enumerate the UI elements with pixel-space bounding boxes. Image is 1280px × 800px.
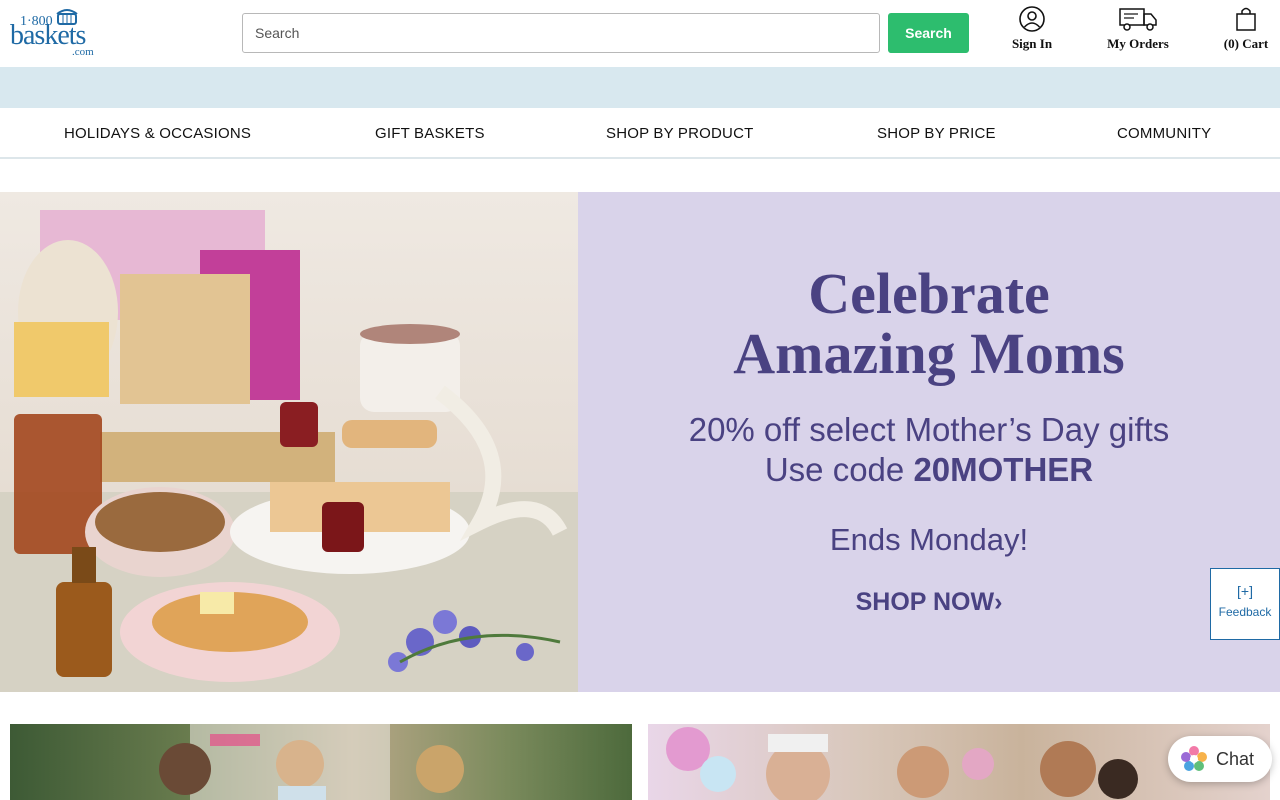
hero-title: Celebrate Amazing Moms xyxy=(578,264,1280,384)
hero-gift-basket-image[interactable] xyxy=(0,192,578,692)
chevron-right-icon: › xyxy=(994,588,1003,616)
gift-basket-illustration xyxy=(0,210,578,692)
user-circle-icon xyxy=(1019,6,1045,32)
shop-now-label: SHOP NOW xyxy=(855,588,995,616)
my-orders-link[interactable]: My Orders xyxy=(1100,6,1176,52)
hero-subtitle: 20% off select Mother’s Day gifts Use co… xyxy=(578,410,1280,490)
cart-link[interactable]: (0) Cart xyxy=(1216,6,1276,52)
delivery-truck-icon xyxy=(1119,8,1157,31)
logo-domain: .com xyxy=(72,46,94,58)
promo-code: 20MOTHER xyxy=(913,451,1094,488)
hero-code-prefix: Use code xyxy=(764,451,914,488)
site-logo[interactable]: 1·800 baskets .com xyxy=(8,6,108,60)
cart-label: (0) Cart xyxy=(1223,36,1269,51)
sign-in-link[interactable]: Sign In xyxy=(1006,6,1058,52)
my-orders-label: My Orders xyxy=(1107,36,1169,51)
nav-item-shop-by-product[interactable]: SHOP BY PRODUCT xyxy=(606,125,753,142)
shop-now-link[interactable]: SHOP NOW› xyxy=(578,588,1280,617)
chat-label: Chat xyxy=(1216,748,1255,769)
chat-button[interactable]: Chat xyxy=(1168,736,1272,782)
outdoor-party-photo xyxy=(159,724,464,800)
hero-discount-text: 20% off select Mother’s Day gifts xyxy=(688,411,1170,448)
promo-banner-bar xyxy=(0,67,1280,108)
nav-item-shop-by-price[interactable]: SHOP BY PRICE xyxy=(877,125,996,142)
hero-title-line1: Celebrate xyxy=(808,261,1050,326)
sign-in-label: Sign In xyxy=(1011,36,1053,51)
expand-icon: [+] xyxy=(1237,583,1253,599)
shopping-bag-icon xyxy=(1236,7,1256,31)
hero-title-line2: Amazing Moms xyxy=(733,321,1125,386)
hero-promo-panel: Celebrate Amazing Moms 20% off select Mo… xyxy=(578,192,1280,692)
feedback-tab[interactable]: [+] Feedback xyxy=(1210,568,1280,640)
hero-ends-text: Ends Monday! xyxy=(829,522,1029,557)
promo-tile-left[interactable] xyxy=(10,724,632,800)
nav-item-community[interactable]: COMMUNITY xyxy=(1117,125,1211,142)
main-nav: HOLIDAYS & OCCASIONS GIFT BASKETS SHOP B… xyxy=(0,108,1280,159)
search-input[interactable] xyxy=(242,13,880,53)
hero-banner[interactable]: Celebrate Amazing Moms 20% off select Mo… xyxy=(0,192,1280,692)
nav-item-holidays-occasions[interactable]: HOLIDAYS & OCCASIONS xyxy=(64,125,251,142)
site-header: 1·800 baskets .com Search Sign In My Ord… xyxy=(0,0,1280,67)
hero-code-line: Use code 20MOTHER xyxy=(578,450,1280,490)
search-button[interactable]: Search xyxy=(888,13,969,53)
feedback-label: Feedback xyxy=(1218,605,1272,619)
chat-flower-icon xyxy=(1181,746,1207,771)
nav-item-gift-baskets[interactable]: GIFT BASKETS xyxy=(375,125,485,142)
